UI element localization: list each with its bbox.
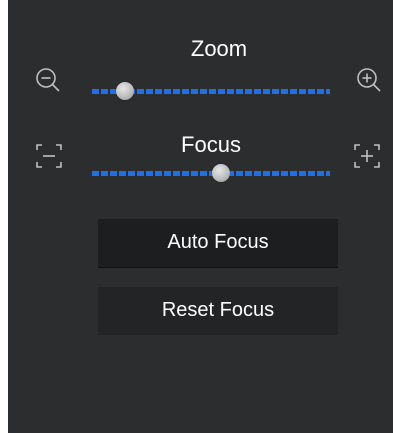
zoom-label: Zoom bbox=[190, 36, 248, 61]
zoom-slider[interactable] bbox=[92, 82, 330, 100]
zoom-in-icon[interactable] bbox=[355, 66, 383, 94]
zoom-out-icon[interactable] bbox=[34, 66, 62, 94]
reset-focus-button[interactable]: Reset Focus bbox=[98, 287, 338, 335]
focus-minus-icon[interactable] bbox=[35, 142, 63, 170]
zoom-slider-thumb[interactable] bbox=[116, 82, 135, 100]
focus-label: Focus bbox=[181, 132, 241, 157]
lens-control-panel: Zoom Focus Auto Focus Reset Focus bbox=[8, 0, 393, 433]
focus-plus-icon[interactable] bbox=[353, 142, 381, 170]
focus-slider-thumb[interactable] bbox=[211, 164, 230, 182]
auto-focus-button[interactable]: Auto Focus bbox=[98, 219, 338, 267]
focus-slider-track[interactable] bbox=[92, 171, 330, 176]
focus-slider[interactable] bbox=[92, 164, 330, 182]
